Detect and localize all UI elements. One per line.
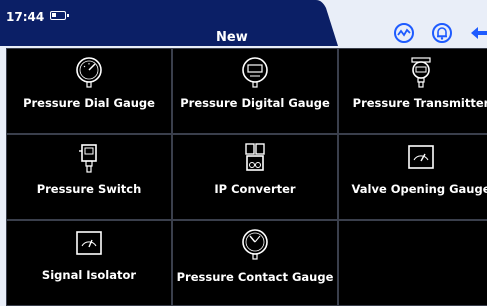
digital-gauge-icon [242,57,268,88]
tile-label: Pressure Transmitter [352,96,487,110]
tile-label: Pressure Digital Gauge [180,96,330,110]
signal-isolator-icon [76,231,102,255]
tile-valve-opening-gauge[interactable]: Valve Opening Gauge [338,134,487,220]
status-time: 17:44 [6,10,45,24]
transmitter-icon [411,57,431,88]
tile-label: Signal Isolator [41,268,137,282]
tile-label: Valve Opening Gauge [351,182,487,196]
tile-pressure-contact-gauge[interactable]: Pressure Contact Gauge [172,220,338,306]
tile-label: Pressure Contact Gauge [176,270,334,284]
instrument-grid: Pressure Dial Gauge Pressure Digital Gau… [6,48,487,306]
tile-signal-isolator[interactable]: Signal Isolator [6,220,172,306]
valve-opening-gauge-icon [408,145,434,169]
tile-pressure-digital-gauge[interactable]: Pressure Digital Gauge [172,48,338,134]
tile-pressure-dial-gauge[interactable]: Pressure Dial Gauge [6,48,172,134]
tile-label: Pressure Switch [36,182,142,196]
tile-empty [338,220,487,306]
back-arrow-icon[interactable] [468,22,487,44]
tile-ip-converter[interactable]: IP Converter [172,134,338,220]
pressure-switch-icon [79,144,97,173]
ip-converter-icon [245,143,265,171]
tile-label: Pressure Dial Gauge [23,96,155,110]
dial-gauge-icon [76,57,102,88]
contact-gauge-icon [242,229,268,260]
title-bar-shape [0,0,338,46]
page-title: New [216,30,248,45]
chart-circle-icon[interactable] [393,22,415,44]
tile-pressure-transmitter[interactable]: Pressure Transmitter [338,48,487,134]
bell-icon[interactable] [431,22,453,44]
top-bar: 17:44 New [0,0,487,46]
tile-label: IP Converter [214,182,296,196]
tile-pressure-switch[interactable]: Pressure Switch [6,134,172,220]
battery-icon [50,11,69,20]
